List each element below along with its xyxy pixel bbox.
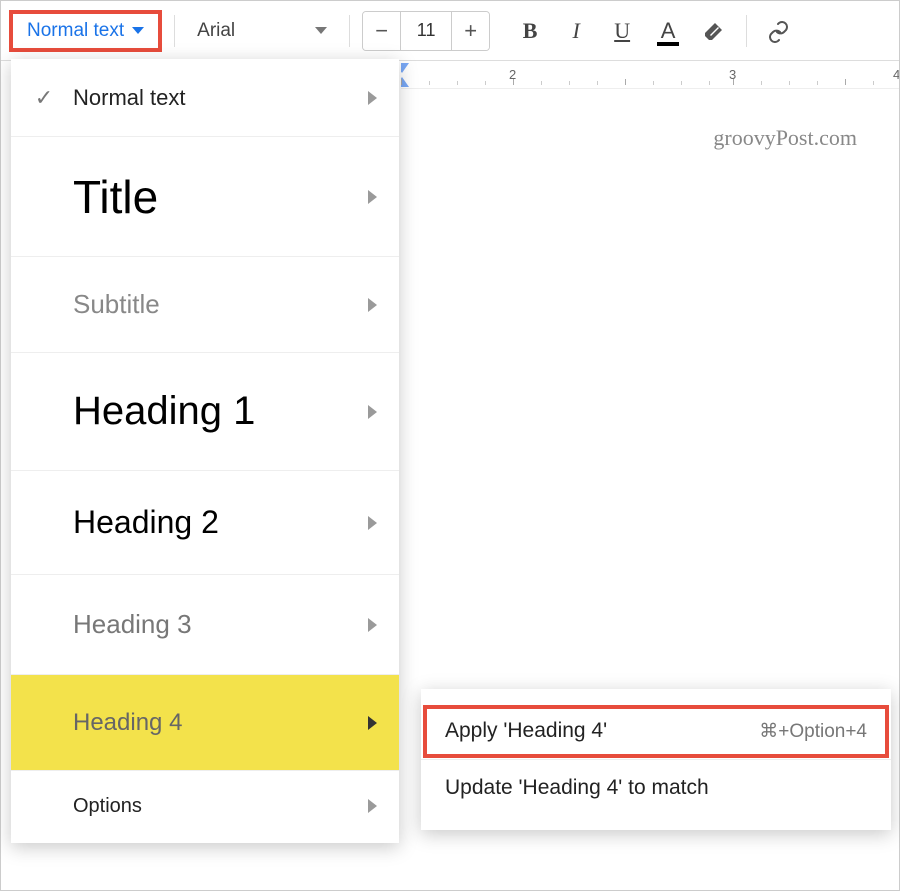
toolbar-divider bbox=[174, 15, 175, 47]
checkmark-icon: ✓ bbox=[29, 83, 59, 113]
underline-button[interactable]: U bbox=[602, 11, 642, 51]
style-option-heading-2[interactable]: Heading 2 bbox=[11, 471, 399, 575]
style-option-label: Subtitle bbox=[29, 289, 368, 320]
left-indent-marker[interactable] bbox=[401, 77, 409, 87]
chevron-right-icon bbox=[368, 91, 377, 105]
font-size-increase-button[interactable]: + bbox=[451, 12, 489, 50]
paragraph-styles-menu: ✓ Normal text Title Subtitle Heading 1 H… bbox=[11, 59, 399, 843]
insert-link-button[interactable] bbox=[759, 11, 799, 51]
watermark-text: groovyPost.com bbox=[713, 125, 857, 151]
chevron-right-icon bbox=[368, 516, 377, 530]
style-option-label: Heading 4 bbox=[29, 709, 368, 737]
chevron-right-icon bbox=[368, 190, 377, 204]
style-option-options[interactable]: Options bbox=[11, 771, 399, 841]
paragraph-style-dropdown[interactable]: Normal text bbox=[9, 10, 162, 52]
style-option-heading-1[interactable]: Heading 1 bbox=[11, 353, 399, 471]
highlighter-icon bbox=[702, 19, 726, 43]
style-option-label: Normal text bbox=[73, 85, 368, 111]
chevron-down-icon bbox=[132, 27, 144, 34]
chevron-right-icon bbox=[368, 799, 377, 813]
toolbar-divider bbox=[746, 15, 747, 47]
chevron-right-icon bbox=[368, 298, 377, 312]
chevron-right-icon bbox=[368, 618, 377, 632]
ruler-number: 4 bbox=[893, 67, 899, 82]
style-option-label: Heading 1 bbox=[29, 389, 368, 434]
font-size-decrease-button[interactable]: − bbox=[363, 12, 401, 50]
style-option-label: Heading 2 bbox=[29, 504, 368, 541]
style-option-label: Heading 3 bbox=[29, 609, 368, 640]
italic-button[interactable]: I bbox=[556, 11, 596, 51]
style-option-subtitle[interactable]: Subtitle bbox=[11, 257, 399, 353]
font-size-value[interactable]: 11 bbox=[401, 20, 451, 41]
keyboard-shortcut: ⌘+Option+4 bbox=[759, 720, 867, 743]
font-family-dropdown[interactable]: Arial bbox=[187, 14, 337, 48]
submenu-item-label: Update 'Heading 4' to match bbox=[445, 776, 709, 800]
update-heading-4-to-match[interactable]: Update 'Heading 4' to match bbox=[421, 760, 891, 816]
font-size-group: − 11 + bbox=[362, 11, 490, 51]
toolbar-divider bbox=[349, 15, 350, 47]
bold-button[interactable]: B bbox=[510, 11, 550, 51]
link-icon bbox=[767, 19, 791, 43]
text-color-button[interactable]: A bbox=[648, 11, 688, 51]
style-option-heading-3[interactable]: Heading 3 bbox=[11, 575, 399, 675]
chevron-right-icon bbox=[368, 405, 377, 419]
horizontal-ruler[interactable]: 2 3 4 bbox=[401, 61, 899, 89]
paragraph-style-label: Normal text bbox=[27, 20, 124, 42]
font-family-label: Arial bbox=[197, 20, 235, 42]
style-option-heading-4[interactable]: Heading 4 bbox=[11, 675, 399, 771]
chevron-down-icon bbox=[315, 27, 327, 34]
toolbar: Normal text Arial − 11 + B I U A bbox=[1, 1, 899, 61]
style-option-label: Title bbox=[29, 170, 368, 224]
submenu-item-label: Apply 'Heading 4' bbox=[445, 719, 607, 743]
first-line-indent-marker[interactable] bbox=[401, 63, 409, 73]
apply-heading-4[interactable]: Apply 'Heading 4' ⌘+Option+4 bbox=[421, 703, 891, 760]
style-option-label: Options bbox=[29, 795, 368, 818]
heading-4-submenu: Apply 'Heading 4' ⌘+Option+4 Update 'Hea… bbox=[421, 689, 891, 830]
chevron-right-icon bbox=[368, 716, 377, 730]
style-option-title[interactable]: Title bbox=[11, 137, 399, 257]
style-option-normal-text[interactable]: ✓ Normal text bbox=[11, 59, 399, 137]
highlight-color-button[interactable] bbox=[694, 11, 734, 51]
